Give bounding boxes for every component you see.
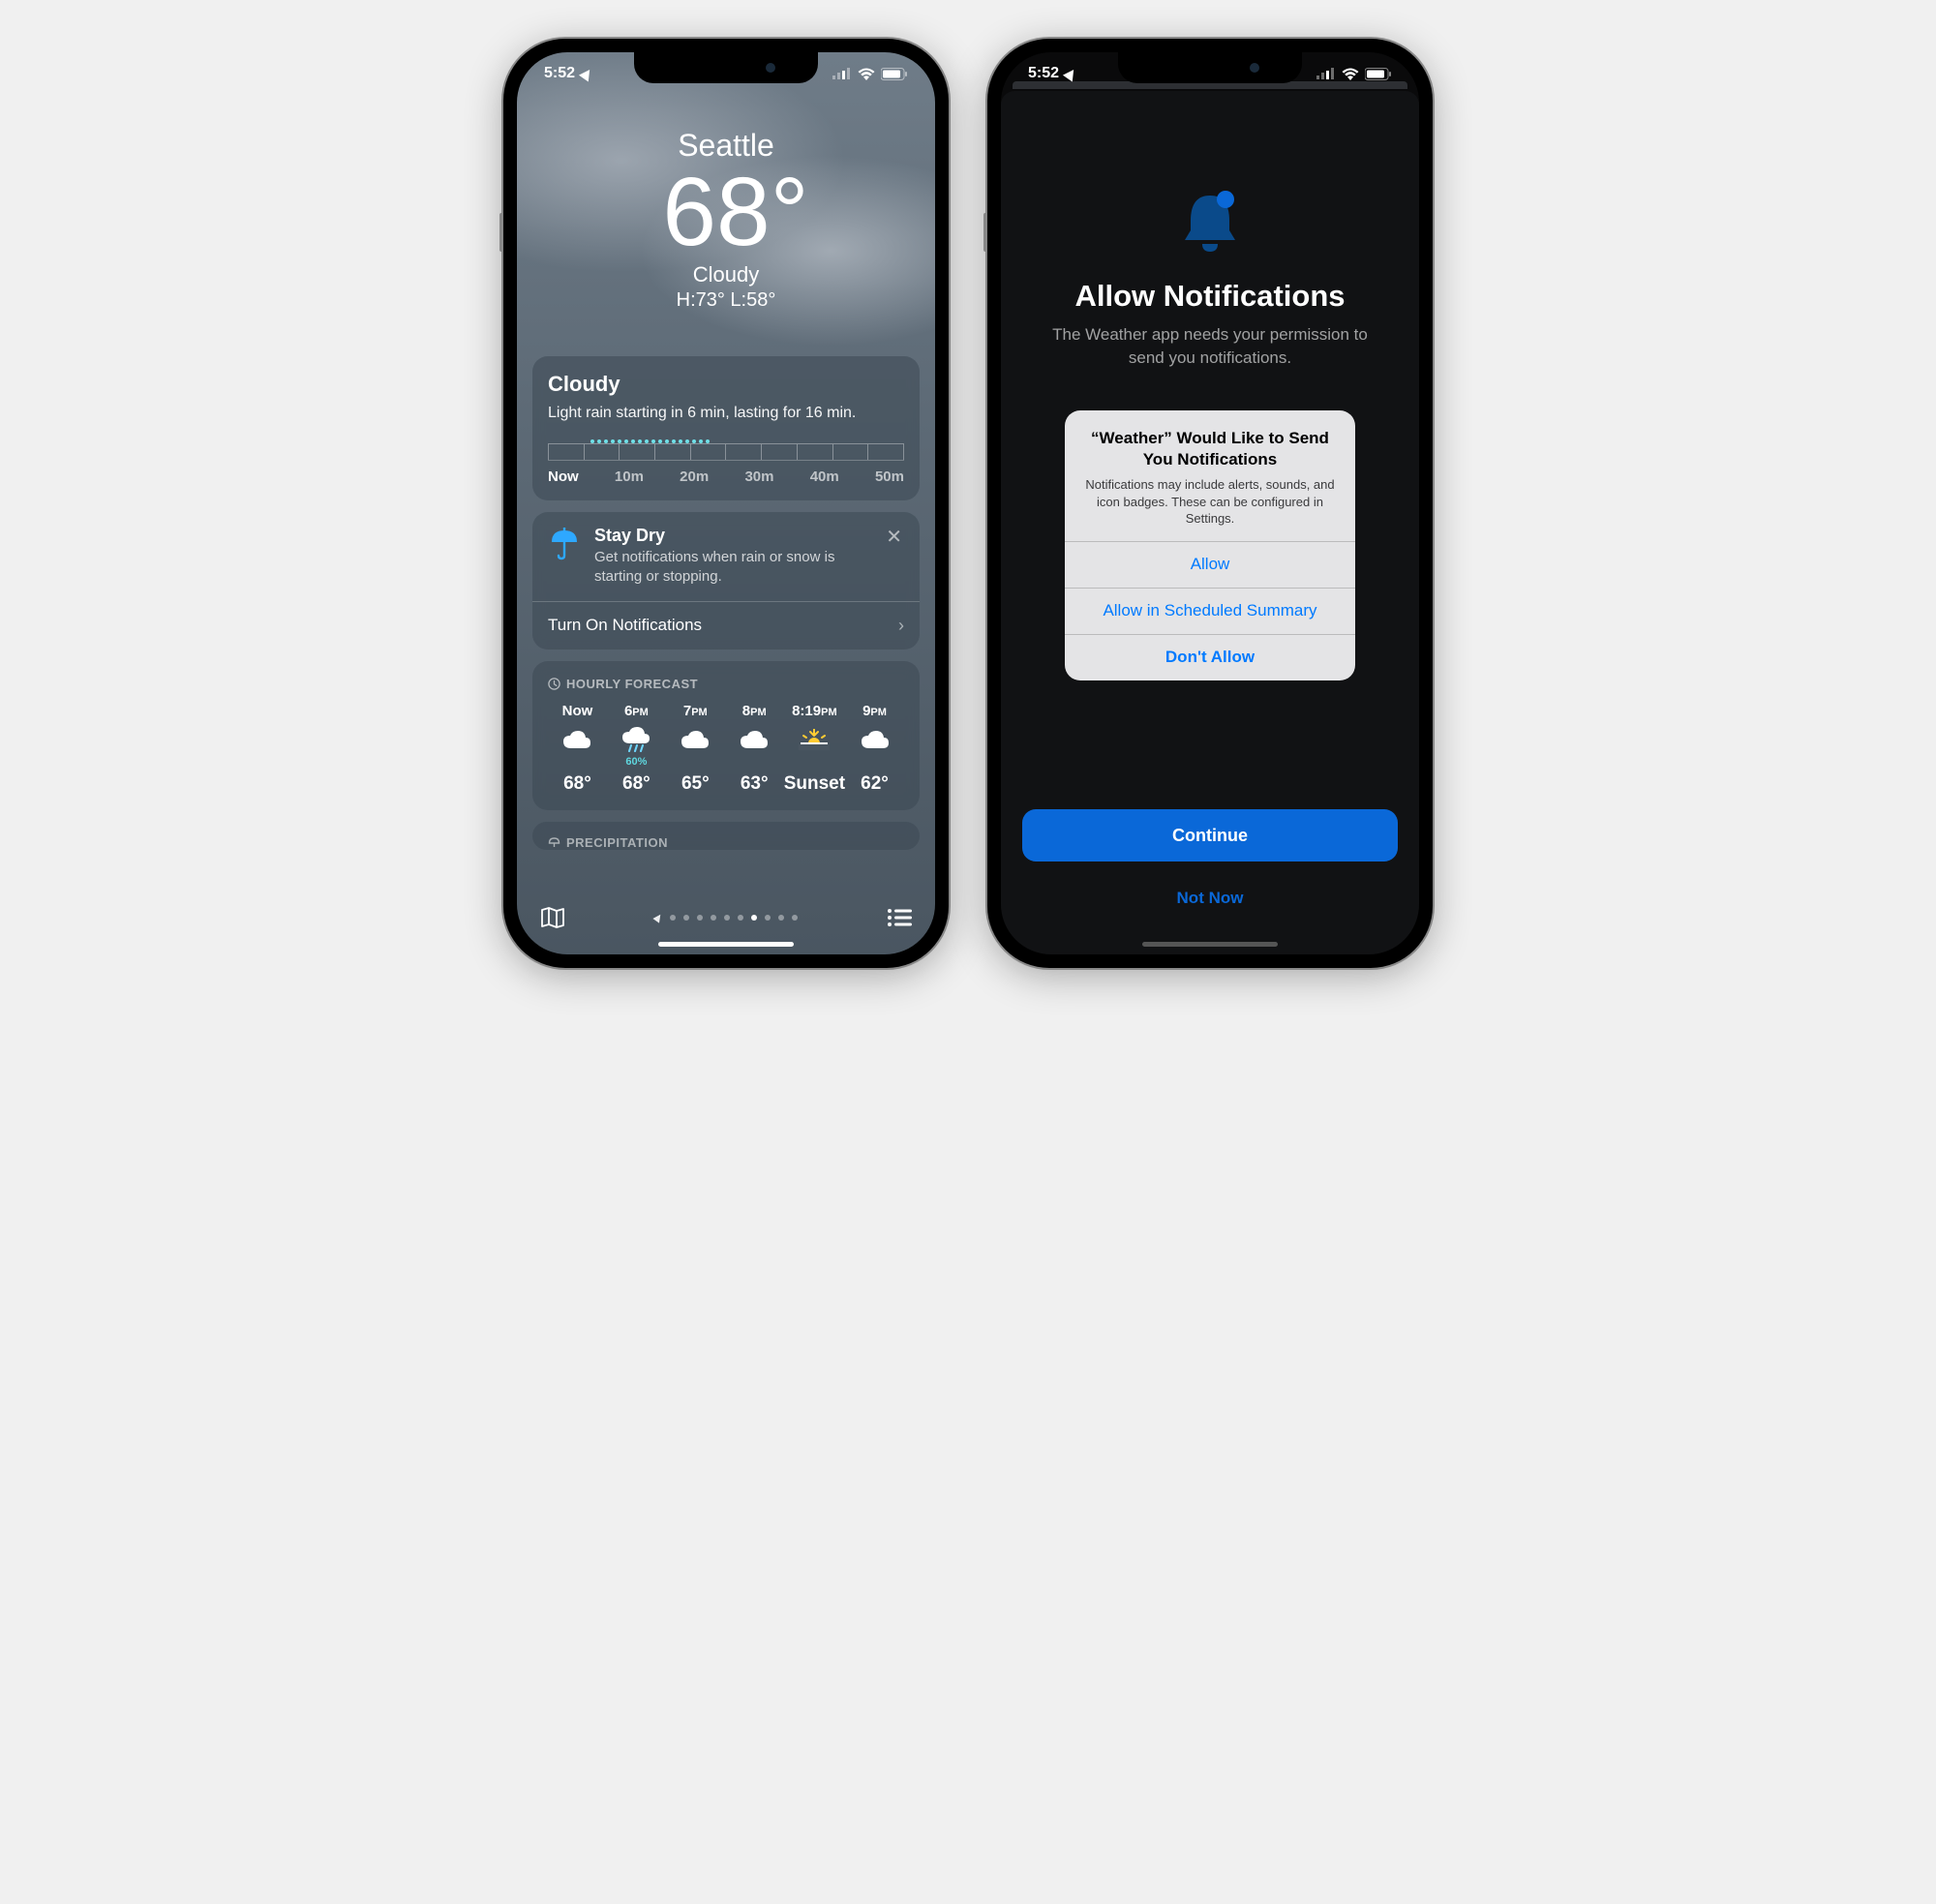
rain-intensity-dots <box>590 439 710 443</box>
cellular-icon <box>1316 68 1336 79</box>
turn-on-notifications-button[interactable]: Turn On Notifications › <box>532 601 920 650</box>
phone-permission: 5:52 Allow Notifications The Weather app… <box>987 39 1433 968</box>
battery-icon <box>881 68 908 80</box>
location-services-icon <box>1063 66 1078 81</box>
umbrella-icon <box>550 528 579 560</box>
map-icon[interactable] <box>540 906 565 929</box>
system-permission-alert: “Weather” Would Like to Send You Notific… <box>1065 410 1355 680</box>
sunset-icon <box>799 729 830 750</box>
current-conditions: Seattle 68° Cloudy H:73° L:58° <box>517 103 935 312</box>
hour-col: 7PM - 65° <box>666 703 725 795</box>
location-services-icon <box>579 66 594 81</box>
hourly-forecast-card[interactable]: HOURLY FORECAST Now - 68° 6PM 60% 68° <box>532 661 920 810</box>
hourly-heading: HOURLY FORECAST <box>548 677 904 691</box>
umbrella-small-icon <box>548 836 560 849</box>
cloud-icon <box>740 730 769 749</box>
condition-label: Cloudy <box>517 262 935 287</box>
hour-col: Now - 68° <box>548 703 607 795</box>
cloud-rain-icon <box>621 727 650 752</box>
home-indicator[interactable] <box>658 942 794 947</box>
stay-dry-desc: Get notifications when rain or snow is s… <box>594 548 870 588</box>
allow-title: Allow Notifications <box>1075 279 1346 314</box>
wifi-icon <box>1342 68 1359 80</box>
alert-scheduled-summary-button[interactable]: Allow in Scheduled Summary <box>1065 588 1355 634</box>
status-time: 5:52 <box>1028 65 1059 82</box>
allow-subtitle: The Weather app needs your permission to… <box>1036 323 1384 370</box>
cloud-icon <box>681 730 710 749</box>
hourly-row: Now - 68° 6PM 60% 68° 7PM - <box>548 703 904 795</box>
cellular-icon <box>832 68 852 79</box>
stay-dry-card: Stay Dry Get notifications when rain or … <box>532 512 920 650</box>
rain-timeline: Now 10m 20m 30m 40m 50m <box>548 443 904 485</box>
precipitation-card[interactable]: PRECIPITATION <box>532 822 920 850</box>
alert-message: Notifications may include alerts, sounds… <box>1082 476 1338 528</box>
stay-dry-title: Stay Dry <box>594 526 870 546</box>
hour-col: 6PM 60% 68° <box>607 703 666 795</box>
hour-col: 8:19PM - Sunset <box>784 703 845 795</box>
notch <box>1118 52 1302 83</box>
turn-on-label: Turn On Notifications <box>548 616 702 635</box>
chevron-right-icon: › <box>898 616 904 636</box>
alert-allow-button[interactable]: Allow <box>1065 541 1355 588</box>
current-temp: 68° <box>536 164 935 260</box>
list-icon[interactable] <box>887 908 912 927</box>
home-indicator[interactable] <box>1142 942 1278 947</box>
cloud-icon <box>861 730 890 749</box>
notch <box>634 52 818 83</box>
wifi-icon <box>858 68 875 80</box>
hour-col: 9PM - 62° <box>845 703 904 795</box>
alert-dont-allow-button[interactable]: Don't Allow <box>1065 634 1355 680</box>
status-time: 5:52 <box>544 65 575 82</box>
page-indicator[interactable] <box>654 914 798 922</box>
cloud-icon <box>562 730 591 749</box>
hour-col: 8PM - 63° <box>725 703 784 795</box>
alert-title: “Weather” Would Like to Send You Notific… <box>1082 428 1338 470</box>
close-icon[interactable]: ✕ <box>884 526 904 549</box>
bell-icon <box>1177 188 1243 257</box>
phone-weather: 5:52 Seattle 68° Cloudy H:73° L:58° Clou… <box>503 39 949 968</box>
minute-card-title: Cloudy <box>548 372 904 397</box>
clock-icon <box>548 678 560 690</box>
timeline-labels: Now 10m 20m 30m 40m 50m <box>548 468 904 485</box>
weather-content[interactable]: Seattle 68° Cloudy H:73° L:58° Cloudy Li… <box>517 52 935 954</box>
hi-lo-label: H:73° L:58° <box>517 289 935 312</box>
battery-icon <box>1365 68 1392 80</box>
minute-rain-card[interactable]: Cloudy Light rain starting in 6 min, las… <box>532 356 920 500</box>
minute-card-desc: Light rain starting in 6 min, lasting fo… <box>548 405 904 422</box>
precip-heading: PRECIPITATION <box>532 822 920 850</box>
